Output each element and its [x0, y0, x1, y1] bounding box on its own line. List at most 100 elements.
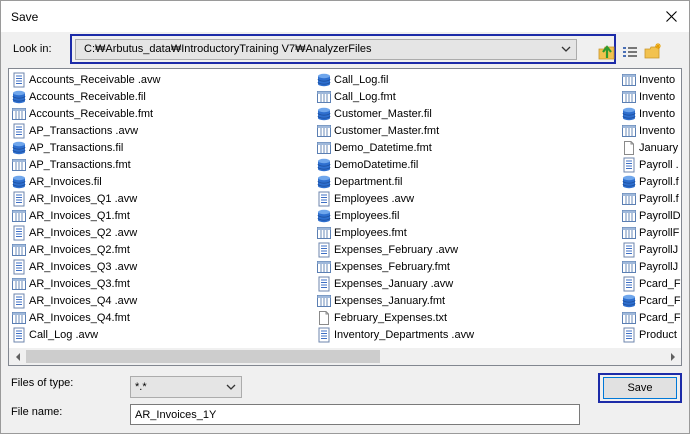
file-item[interactable]: Accounts_Receivable.fil: [11, 88, 160, 105]
view-document-icon: [13, 225, 25, 240]
database-icon: [317, 107, 331, 120]
file-item[interactable]: Expenses_February .avw: [316, 241, 474, 258]
file-item[interactable]: AR_Invoices_Q1.fmt: [11, 207, 160, 224]
file-name: Employees.fmt: [334, 226, 407, 239]
file-item[interactable]: AR_Invoices_Q3 .avw: [11, 258, 160, 275]
file-name: AP_Transactions.fil: [29, 141, 124, 154]
file-item[interactable]: Call_Log.fmt: [316, 88, 474, 105]
scroll-left-button[interactable]: [9, 348, 26, 365]
file-item[interactable]: Expenses_February.fmt: [316, 258, 474, 275]
table-format-icon: [317, 226, 331, 239]
file-item[interactable]: February_Expenses.txt: [316, 309, 474, 326]
file-item[interactable]: AP_Transactions.fmt: [11, 156, 160, 173]
file-name-input[interactable]: [130, 404, 580, 425]
scroll-right-button[interactable]: [664, 348, 681, 365]
file-item[interactable]: AR_Invoices.fil: [11, 173, 160, 190]
file-item[interactable]: Invento: [621, 105, 681, 122]
file-item[interactable]: Invento: [621, 71, 681, 88]
file-item[interactable]: Inventory_Departments .avw: [316, 326, 474, 343]
file-item[interactable]: Customer_Master.fil: [316, 105, 474, 122]
file-name: AP_Transactions.fmt: [29, 158, 131, 171]
scroll-left-icon: [15, 352, 20, 361]
view-document-icon: [318, 191, 330, 206]
table-format-icon: [622, 124, 636, 137]
table-format-icon: [12, 209, 26, 222]
file-item[interactable]: Call_Log.fil: [316, 71, 474, 88]
file-item[interactable]: AR_Invoices_Q4 .avw: [11, 292, 160, 309]
file-item[interactable]: PayrollF: [621, 224, 681, 241]
file-name: Call_Log.fil: [334, 73, 389, 86]
view-document-icon: [13, 191, 25, 206]
view-document-icon: [318, 327, 330, 342]
database-icon: [317, 158, 331, 171]
file-item[interactable]: Payroll.f: [621, 173, 681, 190]
file-item[interactable]: Payroll.f: [621, 190, 681, 207]
look-in-dropdown[interactable]: C:₩Arbutus_data₩IntroductoryTraining V7₩…: [75, 39, 577, 60]
file-name: Call_Log.fmt: [334, 90, 396, 103]
file-item[interactable]: Invento: [621, 122, 681, 139]
view-document-icon: [623, 157, 635, 172]
save-button[interactable]: Save: [603, 377, 677, 399]
file-name: AP_Transactions .avw: [29, 124, 139, 137]
file-item[interactable]: Department.fil: [316, 173, 474, 190]
file-item[interactable]: Pcard_F: [621, 292, 681, 309]
file-item[interactable]: Pcard_F: [621, 275, 681, 292]
table-format-icon: [622, 90, 636, 103]
look-in-label: Look in:: [13, 43, 52, 55]
file-name: Expenses_February.fmt: [334, 260, 450, 273]
file-item[interactable]: AP_Transactions.fil: [11, 139, 160, 156]
file-item[interactable]: Pcard_F: [621, 309, 681, 326]
close-button[interactable]: [653, 1, 689, 32]
file-item[interactable]: Product: [621, 326, 681, 343]
file-name: Call_Log .avw: [29, 328, 99, 341]
table-format-icon: [317, 294, 331, 307]
file-item[interactable]: January: [621, 139, 681, 156]
file-item[interactable]: DemoDatetime.fil: [316, 156, 474, 173]
file-item[interactable]: AR_Invoices_Q3.fmt: [11, 275, 160, 292]
file-name: Product: [639, 328, 677, 341]
new-folder-icon: [644, 43, 661, 59]
file-name: Expenses_February .avw: [334, 243, 459, 256]
file-item[interactable]: Expenses_January .avw: [316, 275, 474, 292]
view-document-icon: [318, 276, 330, 291]
up-one-level-button[interactable]: [597, 42, 617, 62]
database-icon: [317, 175, 331, 188]
table-format-icon: [317, 124, 331, 137]
database-icon: [317, 209, 331, 222]
up-folder-icon: [598, 45, 615, 60]
file-name: Accounts_Receivable.fil: [29, 90, 146, 103]
file-item[interactable]: Call_Log .avw: [11, 326, 160, 343]
file-item[interactable]: PayrollD: [621, 207, 681, 224]
table-format-icon: [622, 73, 636, 86]
file-name: Payroll.f: [639, 175, 679, 188]
file-item[interactable]: Demo_Datetime.fmt: [316, 139, 474, 156]
table-format-icon: [12, 243, 26, 256]
view-menu-button[interactable]: [620, 42, 640, 62]
file-item[interactable]: AR_Invoices_Q2 .avw: [11, 224, 160, 241]
file-item[interactable]: Expenses_January.fmt: [316, 292, 474, 309]
file-item[interactable]: AR_Invoices_Q2.fmt: [11, 241, 160, 258]
file-item[interactable]: Employees .avw: [316, 190, 474, 207]
file-item[interactable]: AR_Invoices_Q1 .avw: [11, 190, 160, 207]
file-item[interactable]: PayrollJ: [621, 258, 681, 275]
files-of-type-dropdown[interactable]: *.*: [130, 376, 242, 398]
file-item[interactable]: Accounts_Receivable.fmt: [11, 105, 160, 122]
horizontal-scrollbar[interactable]: [9, 348, 681, 365]
file-name: Customer_Master.fil: [334, 107, 432, 120]
file-item[interactable]: Employees.fil: [316, 207, 474, 224]
scroll-thumb[interactable]: [26, 350, 380, 363]
file-item[interactable]: AP_Transactions .avw: [11, 122, 160, 139]
file-item[interactable]: Accounts_Receivable .avw: [11, 71, 160, 88]
file-item[interactable]: PayrollJ: [621, 241, 681, 258]
table-format-icon: [622, 226, 636, 239]
new-folder-button[interactable]: [643, 42, 663, 62]
file-list[interactable]: Accounts_Receivable .avw Accounts_Receiva…: [8, 68, 682, 366]
file-item[interactable]: AR_Invoices_Q4.fmt: [11, 309, 160, 326]
view-document-icon: [13, 259, 25, 274]
file-name: Demo_Datetime.fmt: [334, 141, 432, 154]
file-item[interactable]: Customer_Master.fmt: [316, 122, 474, 139]
file-item[interactable]: Payroll .: [621, 156, 681, 173]
file-item[interactable]: Invento: [621, 88, 681, 105]
file-item[interactable]: Employees.fmt: [316, 224, 474, 241]
table-format-icon: [317, 90, 331, 103]
